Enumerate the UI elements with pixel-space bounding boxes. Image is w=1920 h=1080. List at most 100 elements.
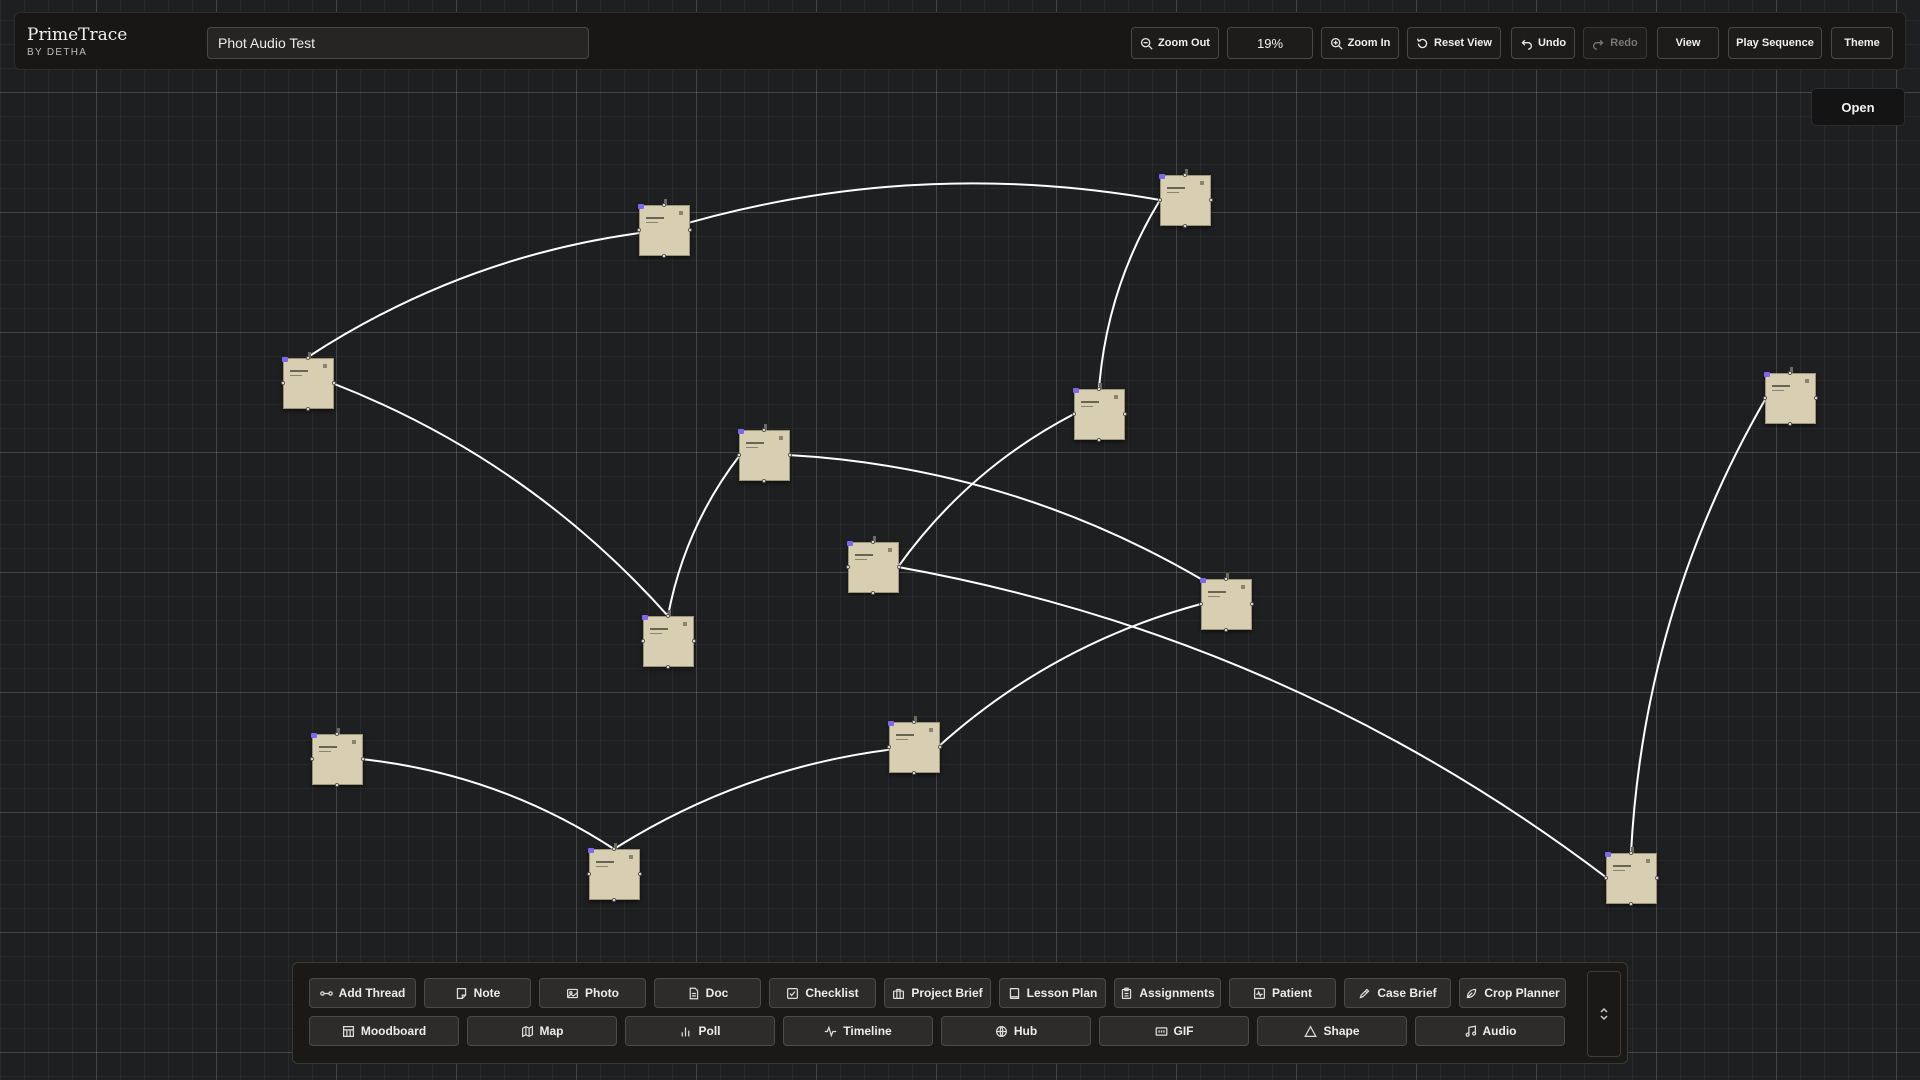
connector-handle[interactable] — [638, 872, 642, 876]
board-card[interactable] — [1158, 169, 1213, 228]
connector-handle[interactable] — [1199, 602, 1203, 606]
selection-handle[interactable] — [282, 357, 288, 362]
connector-handle[interactable] — [1629, 902, 1633, 906]
connector-handle[interactable] — [332, 381, 336, 385]
connector-handle[interactable] — [846, 565, 850, 569]
connector-handle[interactable] — [1183, 173, 1187, 177]
theme-button[interactable]: Theme — [1831, 27, 1893, 59]
thread-line[interactable] — [613, 746, 915, 850]
card-menu-icon[interactable] — [323, 364, 327, 368]
palette-photo-button[interactable]: Photo — [539, 978, 646, 1008]
connector-handle[interactable] — [306, 356, 310, 360]
board-card[interactable] — [887, 716, 942, 775]
connector-handle[interactable] — [1097, 387, 1101, 391]
selection-handle[interactable] — [638, 204, 644, 209]
connector-handle[interactable] — [666, 614, 670, 618]
selection-handle[interactable] — [588, 848, 594, 853]
thread-line[interactable] — [897, 413, 1075, 568]
card-menu-icon[interactable] — [679, 211, 683, 215]
connector-handle[interactable] — [897, 565, 901, 569]
connector-handle[interactable] — [1604, 876, 1608, 880]
board-card[interactable] — [1072, 383, 1127, 442]
connector-handle[interactable] — [788, 453, 792, 457]
thread-line[interactable] — [937, 603, 1202, 748]
palette-project-brief-button[interactable]: Project Brief — [884, 978, 991, 1008]
connector-handle[interactable] — [871, 591, 875, 595]
connector-handle[interactable] — [1788, 422, 1792, 426]
play-sequence-button[interactable]: Play Sequence — [1728, 27, 1822, 59]
connector-handle[interactable] — [612, 847, 616, 851]
connector-handle[interactable] — [1224, 628, 1228, 632]
selection-handle[interactable] — [311, 733, 317, 738]
thread-line[interactable] — [897, 566, 1608, 879]
board-title-input[interactable] — [207, 27, 589, 59]
thread-line[interactable] — [663, 182, 1161, 231]
card-menu-icon[interactable] — [1805, 379, 1809, 383]
connector-handle[interactable] — [938, 745, 942, 749]
palette-map-button[interactable]: Map — [467, 1016, 617, 1046]
card-menu-icon[interactable] — [629, 855, 633, 859]
card-menu-icon[interactable] — [1114, 395, 1118, 399]
connector-handle[interactable] — [871, 540, 875, 544]
palette-note-button[interactable]: Note — [424, 978, 531, 1008]
palette-audio-button[interactable]: Audio — [1415, 1016, 1565, 1046]
palette-doc-button[interactable]: Doc — [654, 978, 761, 1008]
card-menu-icon[interactable] — [929, 728, 933, 732]
connector-handle[interactable] — [587, 872, 591, 876]
card-menu-icon[interactable] — [352, 740, 356, 744]
connector-handle[interactable] — [662, 203, 666, 207]
palette-hub-button[interactable]: Hub — [941, 1016, 1091, 1046]
connector-handle[interactable] — [762, 479, 766, 483]
palette-shape-button[interactable]: Shape — [1257, 1016, 1407, 1046]
connector-handle[interactable] — [887, 745, 891, 749]
palette-checklist-button[interactable]: Checklist — [769, 978, 876, 1008]
palette-moodboard-button[interactable]: Moodboard — [309, 1016, 459, 1046]
zoom-in-button[interactable]: Zoom In — [1321, 27, 1399, 59]
zoom-out-button[interactable]: Zoom Out — [1131, 27, 1219, 59]
connector-handle[interactable] — [912, 720, 916, 724]
connector-handle[interactable] — [335, 783, 339, 787]
board-card[interactable] — [1604, 847, 1659, 906]
board-card[interactable] — [310, 728, 365, 787]
card-menu-icon[interactable] — [1200, 181, 1204, 185]
board-card[interactable] — [637, 199, 692, 258]
connector-handle[interactable] — [912, 771, 916, 775]
connector-handle[interactable] — [281, 381, 285, 385]
connector-handle[interactable] — [737, 453, 741, 457]
card-menu-icon[interactable] — [779, 436, 783, 440]
connector-handle[interactable] — [637, 228, 641, 232]
thread-line[interactable] — [1098, 199, 1161, 390]
board-card[interactable] — [737, 424, 792, 483]
selection-handle[interactable] — [642, 615, 648, 620]
reset-view-button[interactable]: Reset View — [1407, 27, 1501, 59]
connector-handle[interactable] — [335, 732, 339, 736]
connector-handle[interactable] — [310, 757, 314, 761]
selection-handle[interactable] — [1605, 852, 1611, 857]
palette-timeline-button[interactable]: Timeline — [783, 1016, 933, 1046]
board-card[interactable] — [641, 610, 696, 669]
connector-handle[interactable] — [641, 639, 645, 643]
connector-handle[interactable] — [688, 228, 692, 232]
palette-crop-planner-button[interactable]: Crop Planner — [1459, 978, 1566, 1008]
selection-handle[interactable] — [738, 429, 744, 434]
open-button[interactable]: Open — [1811, 88, 1905, 126]
connector-handle[interactable] — [1158, 198, 1162, 202]
connector-handle[interactable] — [1250, 602, 1254, 606]
palette-add-thread-button[interactable]: Add Thread — [309, 978, 416, 1008]
connector-handle[interactable] — [1763, 396, 1767, 400]
connector-handle[interactable] — [1123, 412, 1127, 416]
palette-patient-button[interactable]: Patient — [1229, 978, 1336, 1008]
selection-handle[interactable] — [888, 721, 894, 726]
board-card[interactable] — [281, 352, 336, 411]
thread-line[interactable] — [667, 454, 741, 617]
connector-handle[interactable] — [306, 407, 310, 411]
connector-handle[interactable] — [361, 757, 365, 761]
connector-handle[interactable] — [1097, 438, 1101, 442]
card-menu-icon[interactable] — [888, 548, 892, 552]
selection-handle[interactable] — [1200, 578, 1206, 583]
board-card[interactable] — [1763, 367, 1818, 426]
palette-poll-button[interactable]: Poll — [625, 1016, 775, 1046]
board-card[interactable] — [1199, 573, 1254, 632]
connector-handle[interactable] — [662, 254, 666, 258]
palette-gif-button[interactable]: GIF — [1099, 1016, 1249, 1046]
